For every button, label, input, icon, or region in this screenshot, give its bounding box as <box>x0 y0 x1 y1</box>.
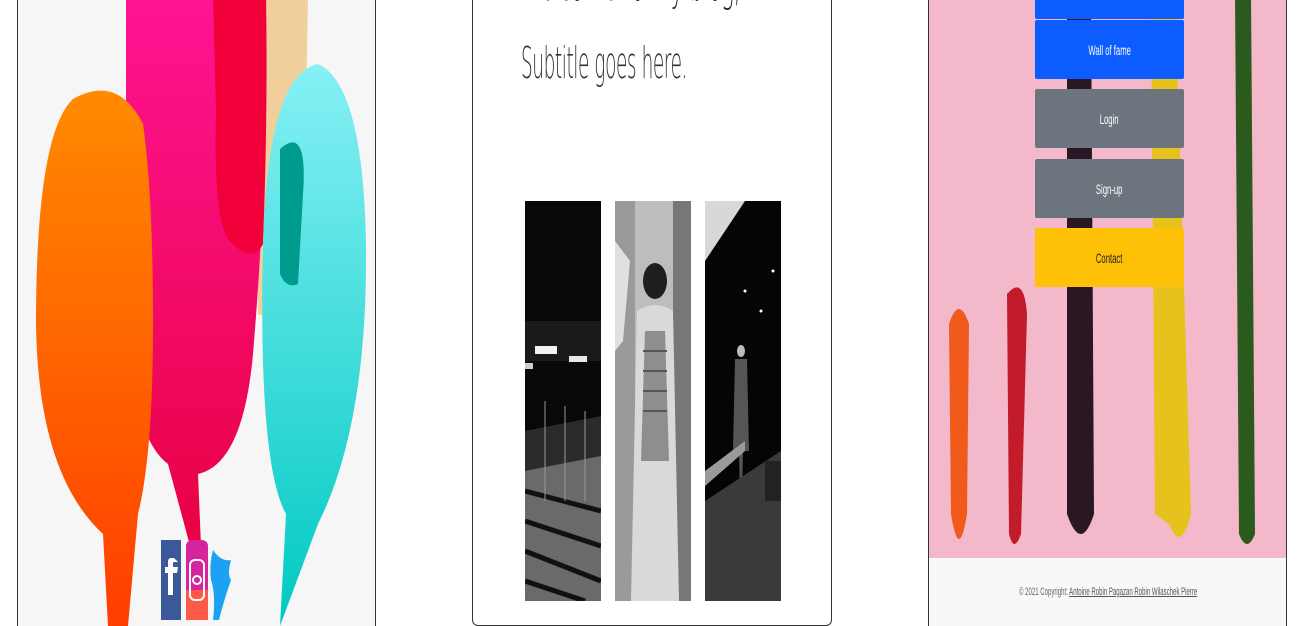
blog-card: Welcome to my blog, Subtitle goes here. <box>472 0 832 626</box>
hero-title: Welcome to my blog, <box>521 0 741 12</box>
contact-button[interactable]: Contact <box>1035 228 1184 287</box>
instagram-icon[interactable] <box>186 540 208 620</box>
wall-of-fame-button[interactable]: Wall of fame <box>1035 20 1184 79</box>
portrait-photo <box>615 201 691 601</box>
signup-button[interactable]: Sign-up <box>1035 159 1184 218</box>
login-button[interactable]: Login <box>1035 89 1184 148</box>
street-night-photo <box>705 201 781 601</box>
social-links <box>161 540 231 620</box>
gallery-item[interactable] <box>705 201 781 621</box>
hero-subtitle: Subtitle goes here. <box>521 38 687 89</box>
gallery-item[interactable] <box>525 201 601 621</box>
footer-copyright: © 2021 Copyright: Antoine Robin Pagazan … <box>929 586 1286 598</box>
facebook-icon[interactable] <box>161 540 181 620</box>
left-panel <box>17 0 376 626</box>
copyright-prefix: © 2021 Copyright: <box>1019 586 1069 598</box>
parking-garage-photo <box>525 201 601 601</box>
photo-gallery <box>525 201 781 625</box>
twitter-icon[interactable] <box>210 550 231 620</box>
speech-bubbles-illustration <box>18 0 375 626</box>
copyright-link[interactable]: Antoine Robin Pagazan Robin Wilaschek Pi… <box>1070 586 1198 598</box>
right-panel: Wall of fame Login Sign-up Contact © 202… <box>928 0 1287 626</box>
menu-button-partial[interactable] <box>1035 0 1184 19</box>
gallery-item[interactable] <box>615 201 691 621</box>
